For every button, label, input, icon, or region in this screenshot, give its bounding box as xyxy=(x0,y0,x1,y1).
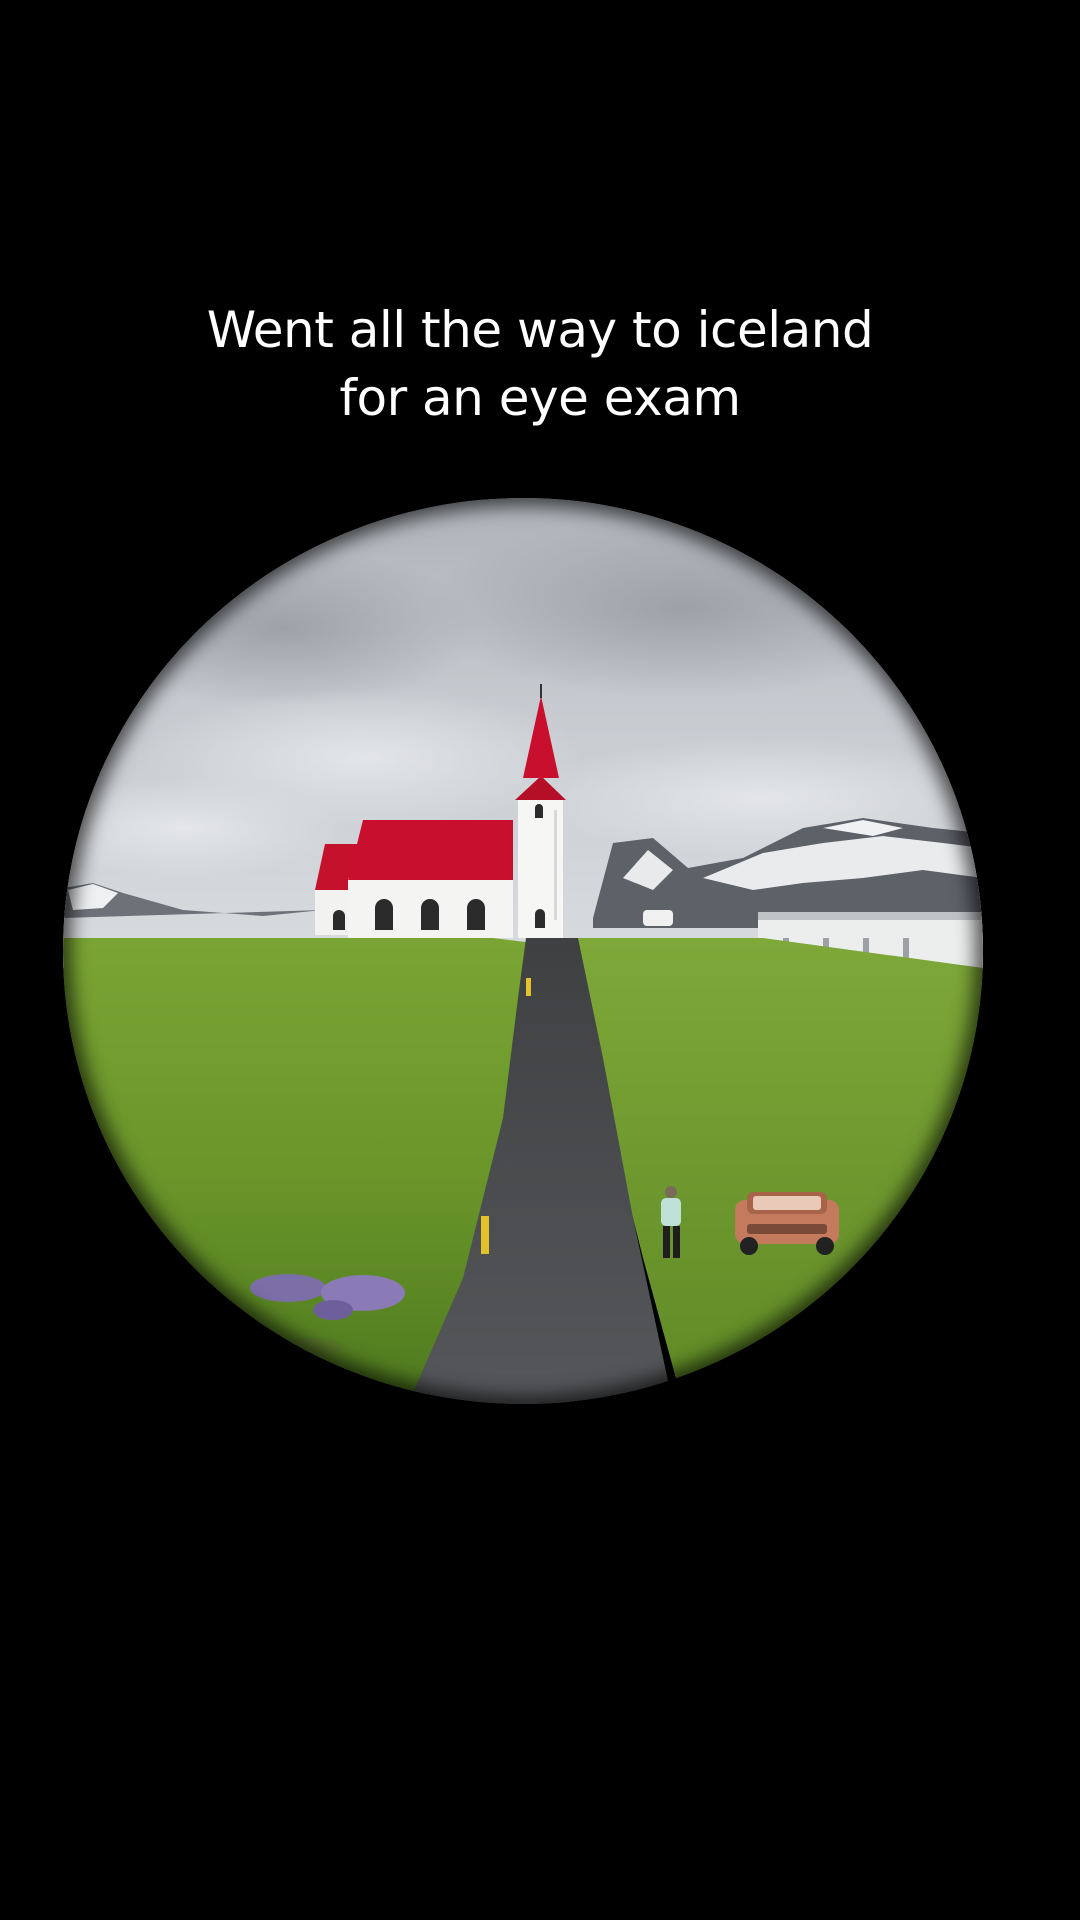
caption-text: Went all the way to iceland for an eye e… xyxy=(90,296,990,432)
iceland-church-scene xyxy=(63,498,983,1404)
circular-scene-viewport xyxy=(63,498,983,1404)
caption-line-2: for an eye exam xyxy=(339,369,741,427)
road-marker-post xyxy=(526,978,531,996)
road-marker-post xyxy=(481,1216,489,1254)
caption-line-1: Went all the way to iceland xyxy=(206,301,874,359)
video-frame: Went all the way to iceland for an eye e… xyxy=(0,0,1080,1920)
distant-white-car xyxy=(643,910,673,926)
